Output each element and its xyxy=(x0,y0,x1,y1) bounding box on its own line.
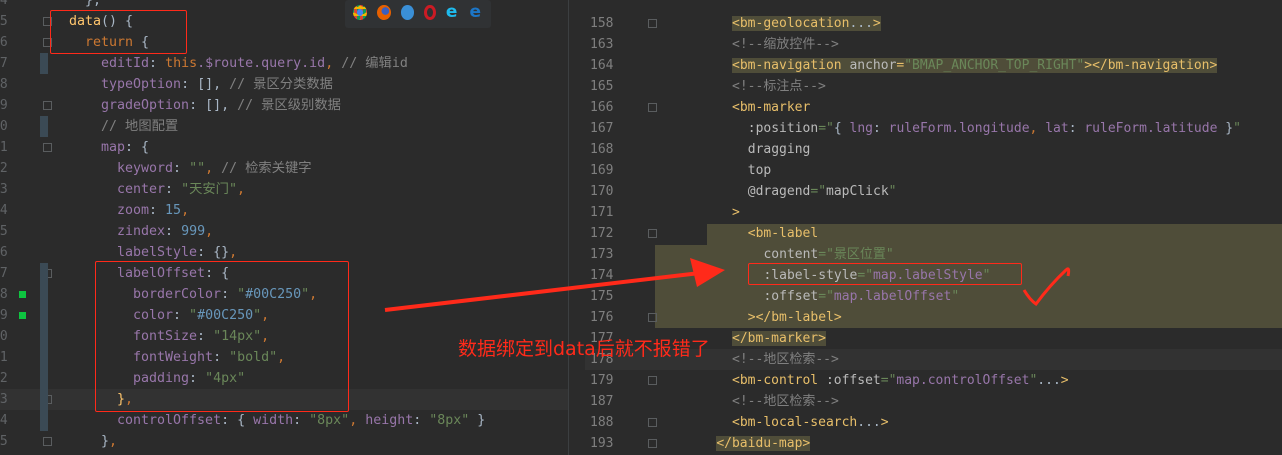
arrow-head-icon xyxy=(690,258,725,287)
red-arrow-icon xyxy=(384,271,701,312)
annotation-note: 数据绑定到data后就不报错了 xyxy=(458,338,710,360)
checkmark-icon xyxy=(1022,267,1071,307)
annotation-overlay xyxy=(384,258,1071,312)
